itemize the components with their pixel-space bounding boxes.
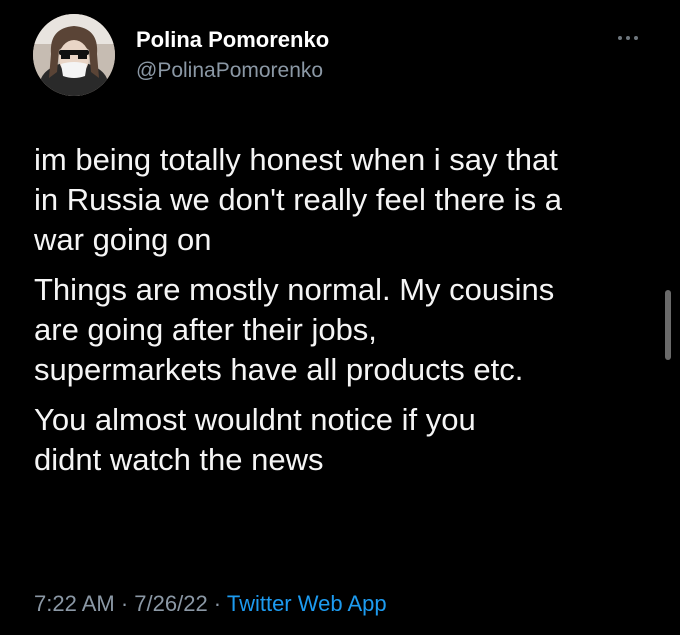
tweet-source-link[interactable]: Twitter Web App (227, 591, 387, 616)
tweet-card: Polina Pomorenko @PolinaPomorenko im bei… (0, 0, 680, 635)
profile-photo-icon (33, 14, 115, 96)
author-handle[interactable]: @PolinaPomorenko (136, 59, 323, 83)
author-avatar[interactable] (33, 14, 115, 96)
scrollbar-thumb[interactable] (665, 290, 671, 360)
author-name[interactable]: Polina Pomorenko (136, 27, 329, 53)
tweet-paragraph: You almost wouldnt notice if you didnt w… (34, 402, 476, 477)
tweet-paragraph: Things are mostly normal. My cousins are… (34, 272, 555, 387)
meta-separator: · (207, 591, 227, 616)
tweet-metadata: 7:22 AM · 7/26/22 · Twitter Web App (34, 591, 387, 617)
tweet-date[interactable]: 7/26/22 (134, 591, 207, 616)
tweet-time[interactable]: 7:22 AM (34, 591, 115, 616)
meta-separator: · (114, 591, 135, 616)
more-options-button[interactable] (612, 30, 644, 46)
ellipsis-icon (618, 36, 638, 40)
tweet-text: im being totally honest when i say that … (34, 140, 659, 490)
tweet-paragraph: im being totally honest when i say that … (34, 142, 563, 257)
